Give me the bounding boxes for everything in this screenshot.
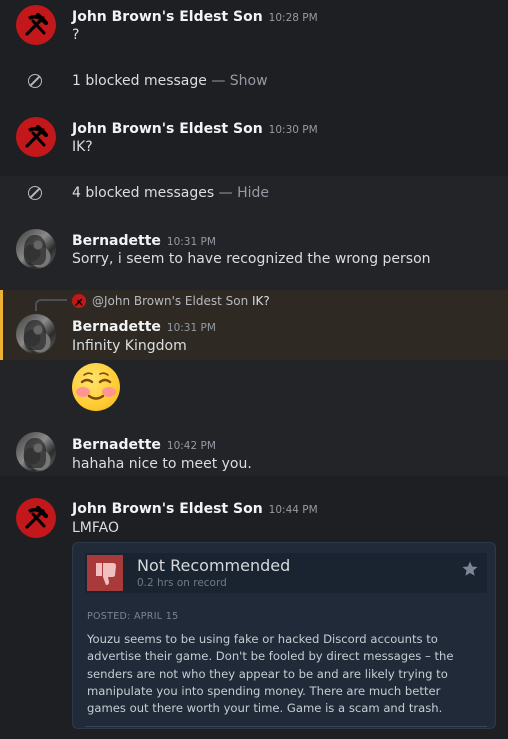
review-line: Youzu seems to be using fake or hacked D… bbox=[87, 632, 438, 646]
blocked-separator: — bbox=[206, 73, 230, 89]
blocked-notice-2: 4 blocked messages — Hide bbox=[0, 179, 508, 209]
reply-reference[interactable]: @John Brown's Eldest Son IK? bbox=[92, 294, 270, 308]
blocked-notice-1: 1 blocked message — Show bbox=[0, 67, 508, 97]
message-2: John Brown's Eldest Son 10:30 PM IK? bbox=[0, 110, 508, 172]
message-text: LMFAO bbox=[72, 520, 119, 536]
review-divider bbox=[85, 726, 487, 727]
message-1: John Brown's Eldest Son 10:28 PM ? bbox=[0, 0, 508, 60]
star-icon[interactable] bbox=[461, 560, 479, 578]
reply-mention[interactable]: @John Brown's Eldest Son bbox=[92, 294, 248, 308]
review-verdict: Not Recommended bbox=[137, 556, 291, 575]
hammer-pick-icon bbox=[25, 505, 49, 529]
message-text: Sorry, i seem to have recognized the wro… bbox=[72, 251, 431, 267]
blocked-icon bbox=[28, 74, 42, 88]
username[interactable]: Bernadette bbox=[72, 319, 161, 335]
timestamp: 10:30 PM bbox=[268, 124, 318, 136]
avatar[interactable] bbox=[16, 229, 56, 269]
username[interactable]: John Brown's Eldest Son bbox=[72, 9, 263, 25]
username[interactable]: Bernadette bbox=[72, 437, 161, 453]
avatar[interactable] bbox=[16, 5, 56, 45]
review-line: manipulate you into spending money. Ther… bbox=[87, 683, 441, 698]
blocked-separator: — bbox=[214, 185, 238, 201]
message-text: hahaha nice to meet you. bbox=[72, 456, 252, 472]
reply-avatar[interactable] bbox=[72, 294, 86, 308]
review-header: Not Recommended 0.2 hrs on record bbox=[85, 553, 487, 593]
hammer-pick-icon bbox=[25, 124, 49, 148]
avatar[interactable] bbox=[16, 498, 56, 538]
hammer-pick-icon bbox=[25, 12, 49, 36]
timestamp: 10:42 PM bbox=[166, 440, 216, 452]
timestamp: 10:44 PM bbox=[268, 504, 318, 516]
thumbs-down-thumbnail bbox=[87, 555, 123, 591]
relieved-face-emoji bbox=[72, 363, 120, 411]
username[interactable]: John Brown's Eldest Son bbox=[72, 501, 263, 517]
message-3: Bernadette 10:31 PM Sorry, i seem to have… bbox=[0, 222, 508, 282]
review-line: games out there worth your time. Game is… bbox=[87, 701, 443, 716]
blocked-icon bbox=[28, 186, 42, 200]
avatar[interactable] bbox=[16, 117, 56, 157]
message-text: IK? bbox=[72, 139, 93, 155]
message-6: John Brown's Eldest Son 10:44 PM LMFAO bbox=[0, 492, 508, 542]
timestamp: 10:31 PM bbox=[166, 322, 216, 334]
reply-snippet: IK? bbox=[252, 294, 270, 308]
review-embed[interactable]: Not Recommended 0.2 hrs on record POSTED… bbox=[72, 542, 496, 729]
username[interactable]: Bernadette bbox=[72, 233, 161, 249]
avatar[interactable] bbox=[16, 432, 56, 472]
message-5: Bernadette 10:42 PM hahaha nice to meet y… bbox=[0, 427, 508, 477]
thumbs-down-icon bbox=[96, 563, 116, 585]
timestamp: 10:28 PM bbox=[268, 12, 318, 24]
hide-blocked-link[interactable]: Hide bbox=[237, 185, 269, 201]
blocked-text: 4 blocked messages bbox=[72, 185, 215, 201]
timestamp: 10:31 PM bbox=[166, 236, 216, 248]
review-posted-date: POSTED: APRIL 15 bbox=[87, 611, 179, 622]
blocked-text: 1 blocked message bbox=[72, 73, 207, 89]
review-body: Youzu seems to be using fake or hacked D… bbox=[87, 631, 482, 717]
show-blocked-link[interactable]: Show bbox=[230, 73, 268, 89]
message-text: Infinity Kingdom bbox=[72, 338, 187, 354]
review-line: advertise their game. Don't be fooled by… bbox=[87, 649, 454, 664]
message-text: ? bbox=[72, 27, 80, 43]
review-line: senders are not who they appear to be an… bbox=[87, 666, 448, 681]
username[interactable]: John Brown's Eldest Son bbox=[72, 121, 263, 137]
avatar[interactable] bbox=[16, 314, 56, 354]
message-4: Bernadette 10:31 PM Infinity Kingdom bbox=[0, 310, 508, 360]
review-hours: 0.2 hrs on record bbox=[137, 577, 227, 589]
